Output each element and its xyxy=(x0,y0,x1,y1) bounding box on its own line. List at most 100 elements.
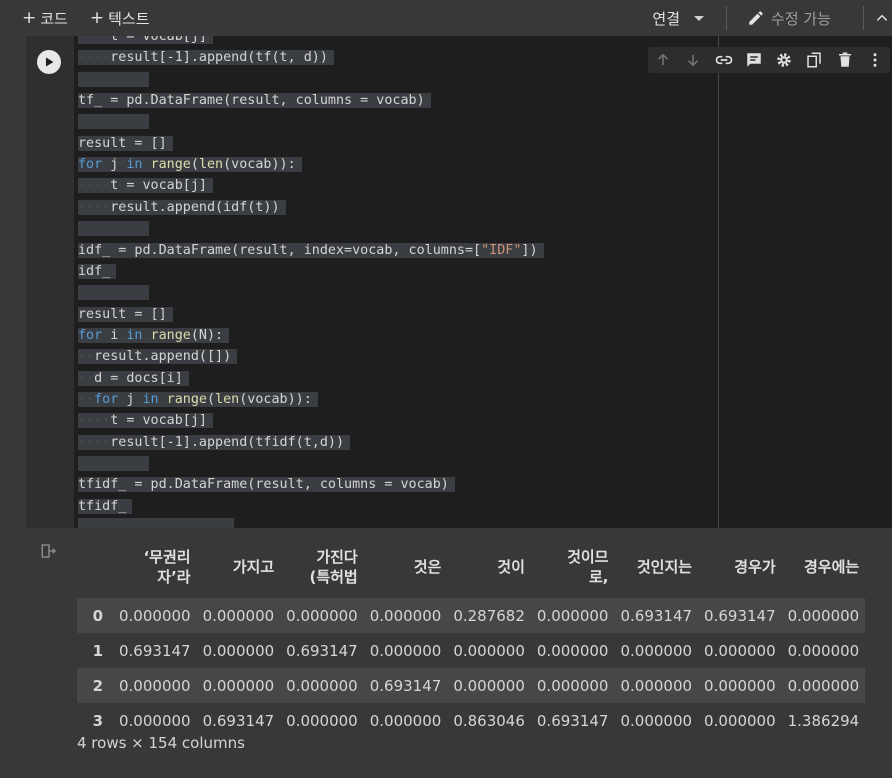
table-cell: 1.386294 xyxy=(787,711,860,730)
index-header xyxy=(77,536,113,598)
code-line: ····t = vocab[j] xyxy=(78,36,213,47)
table-cell: 0.000000 xyxy=(286,711,358,730)
add-text-button[interactable]: + 텍스트 xyxy=(84,0,156,36)
notebook-toolbar: + 코드 + 텍스트 연결 수정 가능 xyxy=(0,0,892,36)
selection-tail xyxy=(78,518,234,528)
code-line: for i in range(N): xyxy=(78,325,230,346)
code-line: ····t = vocab[j] xyxy=(78,175,213,196)
connect-label: 연결 xyxy=(652,9,681,28)
row-index: 0 xyxy=(92,606,103,625)
edit-mode-button[interactable]: 수정 가능 xyxy=(735,8,855,29)
add-text-label: 텍스트 xyxy=(108,9,150,28)
table-cell: 0.000000 xyxy=(620,711,693,730)
code-line: result = [] xyxy=(78,133,173,154)
code-line: ····result[-1].append(tf(t, d)) xyxy=(78,47,334,68)
table-cell: 0.000000 xyxy=(369,711,442,730)
table-cell: 0.000000 xyxy=(704,711,776,730)
table-cell: 0.000000 xyxy=(704,676,776,695)
toolbar-divider xyxy=(726,6,728,30)
table-cell: 0.000000 xyxy=(453,676,525,695)
table-cell: 0.693147 xyxy=(286,641,358,660)
code-line: idf_ xyxy=(78,261,117,282)
trash-icon[interactable] xyxy=(834,49,856,71)
plus-icon: + xyxy=(22,8,37,28)
row-index: 1 xyxy=(92,641,103,660)
gear-icon[interactable] xyxy=(773,49,795,71)
cell-output: ‘무권리 자’라 가지고 가진다 (특허법 것은 것이 것이므 로, 것인지는 경우가 경우에는 00… xyxy=(26,528,892,778)
table-cell: 0.000000 xyxy=(453,641,525,660)
table-cell: 0.000000 xyxy=(369,641,442,660)
table-cell: 0.000000 xyxy=(787,606,860,625)
dataframe-table: ‘무권리 자’라 가지고 가진다 (특허법 것은 것이 것이므 로, 것인지는 경우가 경우에는 00… xyxy=(77,536,866,738)
row-index: 3 xyxy=(92,711,103,730)
table-cell: 0.693147 xyxy=(620,606,693,625)
table-cell: 0.693147 xyxy=(536,711,609,730)
code-line: ··for j in range(len(vocab)): xyxy=(78,389,318,410)
table-cell: 0.000000 xyxy=(536,676,609,695)
table-cell: 0.000000 xyxy=(286,676,358,695)
plus-icon: + xyxy=(89,8,105,28)
table-cell: 0.863046 xyxy=(453,711,525,730)
column-header: 것이 xyxy=(497,558,525,576)
table-cell: 0.693147 xyxy=(202,711,275,730)
code-line xyxy=(78,218,149,239)
code-editor[interactable]: ····t = vocab[j] ····result[-1].append(tf… xyxy=(74,36,718,528)
cell-toolbar xyxy=(648,47,890,73)
add-code-button[interactable]: + 코드 xyxy=(16,0,74,36)
row-index: 2 xyxy=(92,676,103,695)
column-header: 가진다 (특허법 xyxy=(309,548,358,586)
table-cell: 0.693147 xyxy=(369,676,442,695)
pencil-icon xyxy=(749,11,763,25)
column-header: 것이므 로, xyxy=(567,548,609,586)
table-cell: 0.000000 xyxy=(119,606,191,625)
table-cell: 0.000000 xyxy=(202,606,275,625)
code-line: tfidf_ = pd.DataFrame(result, columns = … xyxy=(78,474,455,495)
code-line: ····result.append(idf(t)) xyxy=(78,197,286,218)
table-cell: 0.693147 xyxy=(704,606,776,625)
mirror-cell-icon[interactable] xyxy=(803,49,825,71)
more-vert-icon[interactable] xyxy=(864,49,886,71)
edit-mode-label: 수정 가능 xyxy=(771,9,831,28)
add-code-label: 코드 xyxy=(40,9,68,28)
code-line xyxy=(78,69,149,90)
table-cell: 0.000000 xyxy=(202,641,275,660)
chevron-up-icon xyxy=(876,14,888,21)
column-header: 경우에는 xyxy=(804,558,860,576)
play-icon xyxy=(46,57,54,67)
comment-icon[interactable] xyxy=(743,49,765,71)
code-line: result = [] xyxy=(78,304,173,325)
cell-gutter xyxy=(26,36,74,528)
table-row: 2 0.000000 0.000000 0.000000 0.693147 0.00000… xyxy=(77,668,866,703)
code-line: ····result[-1].append(tfidf(t,d)) xyxy=(78,432,351,453)
table-row: 3 0.000000 0.693147 0.000000 0.000000 0.86304… xyxy=(77,703,865,738)
dataframe-summary: 4 rows × 154 columns xyxy=(77,734,245,752)
code-line xyxy=(78,111,149,132)
arrow-down-icon[interactable] xyxy=(682,49,704,71)
table-cell: 0.000000 xyxy=(787,641,860,660)
connect-button[interactable]: 연결 xyxy=(652,8,718,29)
code-line: ··d = docs[i] xyxy=(78,368,189,389)
code-line: ··result.append([]) xyxy=(78,346,238,367)
table-cell: 0.000000 xyxy=(620,676,693,695)
output-menu-icon[interactable] xyxy=(40,542,58,560)
code-cell: ····t = vocab[j] ····result[-1].append(tf… xyxy=(26,36,892,778)
table-row: 1 0.693147 0.000000 0.693147 0.000000 0.00000… xyxy=(77,633,865,668)
code-line: ····t = vocab[j] xyxy=(78,410,213,431)
table-cell: 0.000000 xyxy=(536,606,609,625)
code-line: tf_ = pd.DataFrame(result, columns = voc… xyxy=(78,90,431,111)
arrow-up-icon[interactable] xyxy=(652,49,674,71)
toolbar-divider xyxy=(863,6,864,30)
column-header: 것은 xyxy=(413,558,442,576)
table-cell: 0.000000 xyxy=(286,606,358,625)
table-cell: 0.693147 xyxy=(119,641,191,660)
code-line: for j in range(len(vocab)): xyxy=(78,154,302,175)
table-cell: 0.000000 xyxy=(704,641,776,660)
table-cell: 0.000000 xyxy=(119,711,191,730)
collapse-header-button[interactable] xyxy=(872,11,892,25)
run-cell-button[interactable] xyxy=(37,50,61,74)
code-line: tfidf_ xyxy=(78,496,133,517)
column-header: 것인지는 xyxy=(636,558,693,576)
link-icon[interactable] xyxy=(713,49,735,71)
column-header: ‘무권리 자’라 xyxy=(143,548,191,586)
table-row: 0 0.000000 0.000000 0.000000 0.000000 0.28768… xyxy=(77,598,866,633)
